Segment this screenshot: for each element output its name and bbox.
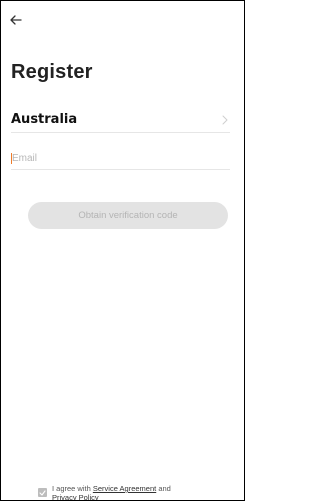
email-field[interactable] [12,151,230,165]
country-name: Australia [11,112,78,127]
agreement-middle: and [156,484,171,493]
service-agreement-link[interactable]: Service Agreement [93,484,156,493]
privacy-policy-link[interactable]: Privacy Policy [52,493,99,500]
register-screen: Register Australia Obtain verification c… [0,0,245,501]
obtain-verification-code-button[interactable]: Obtain verification code [28,202,228,229]
back-button[interactable] [8,12,24,28]
email-field-row [11,147,230,170]
agreement-row: I agree with Service Agreement and Privac… [38,484,238,500]
agreement-text: I agree with Service Agreement and Privac… [52,484,171,500]
country-selector[interactable]: Australia [11,107,230,133]
chevron-right-icon [220,114,230,126]
verification-button-label: Obtain verification code [78,210,178,221]
arrow-left-icon [10,15,22,25]
agreement-prefix: I agree with [52,484,93,493]
agreement-checkbox[interactable] [38,488,47,497]
page-title: Register [11,61,93,83]
checkmark-icon [39,489,46,496]
